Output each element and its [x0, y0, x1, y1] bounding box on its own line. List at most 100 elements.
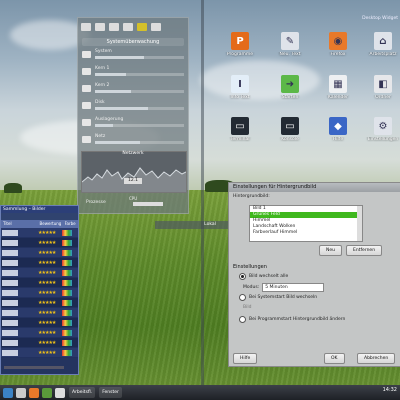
collection-row[interactable]: ★★★★★: [1, 238, 78, 248]
rating-stars[interactable]: ★★★★★: [38, 310, 60, 316]
wallpaper-list-label: Hintergrundbild:: [233, 194, 270, 199]
thumbnail: [2, 339, 18, 346]
collection-window: Sammlung – Bilder Titel Bewertung Farbe …: [0, 205, 79, 375]
desktop-icon[interactable]: ◧ Ordner: [363, 75, 400, 111]
task-button[interactable]: Fenster: [99, 387, 122, 398]
collection-row[interactable]: ★★★★★: [1, 268, 78, 278]
wallpaper-list-item[interactable]: Farbverlauf Himmel: [250, 230, 362, 236]
rating-stars[interactable]: ★★★★★: [38, 240, 60, 246]
taskbar: Arbeitsfl. Fenster 14:32: [0, 385, 400, 400]
interval-select[interactable]: 5 Minuten: [262, 283, 325, 292]
desktop-icon[interactable]: ⚙ Einstellungen: [363, 117, 400, 153]
rating-stars[interactable]: ★★★★★: [38, 330, 60, 336]
desktop-icon[interactable]: ◆ Hilfe: [318, 117, 358, 153]
collection-row[interactable]: ★★★★★: [1, 288, 78, 298]
rating-stars[interactable]: ★★★★★: [38, 280, 60, 286]
star-icon[interactable]: [137, 23, 147, 31]
rating-stars[interactable]: ★★★★★: [38, 260, 60, 266]
zoom-slider[interactable]: [4, 366, 64, 369]
desktop-icon[interactable]: I Info Text: [220, 75, 260, 111]
help-button[interactable]: Hilfe: [233, 353, 258, 364]
network-graph: [81, 151, 187, 193]
collection-row[interactable]: ★★★★★: [1, 278, 78, 288]
resource-icon: [82, 68, 91, 75]
usage-bar: [95, 90, 184, 93]
color-swatch: [62, 319, 72, 326]
thumbnail: [2, 249, 18, 256]
memory-icon[interactable]: [95, 23, 105, 31]
radio-icon[interactable]: [239, 316, 246, 323]
rating-stars[interactable]: ★★★★★: [38, 250, 60, 256]
radio-icon[interactable]: [239, 294, 246, 301]
collection-row[interactable]: ★★★★★: [1, 348, 78, 358]
wallpaper-list-scrollbar[interactable]: [357, 206, 362, 241]
remove-button[interactable]: Entfernen: [346, 245, 383, 256]
resource-label: Kern 1: [95, 66, 110, 71]
radio-icon[interactable]: [239, 273, 246, 280]
desktop-icon[interactable]: ▭ Terminal: [220, 117, 260, 153]
thumbnail: [2, 329, 18, 336]
collection-row[interactable]: ★★★★★: [1, 248, 78, 258]
rating-stars[interactable]: ★★★★★: [38, 320, 60, 326]
desktop-icon[interactable]: ➜ Starten: [270, 75, 310, 111]
collection-row[interactable]: ★★★★★: [1, 338, 78, 348]
desktop-icon[interactable]: ✎ Neu. Text: [270, 32, 310, 68]
rating-stars[interactable]: ★★★★★: [38, 350, 60, 356]
option-startup-change[interactable]: Bei Systemstart Bild wechseln: [239, 294, 317, 301]
usage-bar-fill: [95, 124, 113, 127]
collection-row[interactable]: ★★★★★: [1, 308, 78, 318]
option-auto-change[interactable]: Bild wechselt alle: [239, 273, 288, 280]
gear-icon[interactable]: [109, 23, 119, 31]
monitor-icon[interactable]: [81, 23, 91, 31]
desktop-icon[interactable]: P Programme: [220, 32, 260, 68]
terminal-icon[interactable]: [55, 387, 65, 398]
usage-bar: [95, 56, 184, 59]
rating-stars[interactable]: ★★★★★: [38, 270, 60, 276]
app-icon[interactable]: [42, 387, 52, 398]
resource-label: Kern 2: [95, 83, 110, 88]
thumbnail: [2, 239, 18, 246]
network-icon[interactable]: [123, 23, 133, 31]
dialog-footer: Hilfe OK Abbrechen: [229, 350, 400, 366]
wallpaper-list[interactable]: Bild 1 Grünes Feld Himmel Landschaft Wolken…: [249, 205, 363, 242]
column-header-rating[interactable]: Bewertung: [38, 220, 63, 228]
desktop-icon[interactable]: ⌂ Arbeitsplatz: [363, 32, 400, 68]
files-icon[interactable]: [16, 387, 26, 398]
desktop-icon[interactable]: ▭ Konsole: [270, 117, 310, 153]
task-button[interactable]: Arbeitsfl.: [69, 387, 96, 398]
rating-stars[interactable]: ★★★★★: [38, 340, 60, 346]
collection-row[interactable]: ★★★★★: [1, 318, 78, 328]
desktop-icon[interactable]: ▦ Kalender: [318, 75, 358, 111]
desktop-icon-label: Arbeitsplatz: [369, 52, 397, 57]
desktop-icon[interactable]: ◉ Firefox: [318, 32, 358, 68]
thumbnail: [2, 309, 18, 316]
option-program-change[interactable]: Bei Programmstart Hintergrundbild ändern: [239, 316, 345, 323]
app-icon: ▭: [281, 117, 299, 135]
collection-row[interactable]: ★★★★★: [1, 258, 78, 268]
cancel-button[interactable]: Abbrechen: [357, 353, 396, 364]
collection-toolbar: [1, 213, 78, 220]
column-header-color[interactable]: Farbe: [63, 220, 78, 228]
collection-row[interactable]: ★★★★★: [1, 298, 78, 308]
new-button[interactable]: Neu: [319, 245, 342, 256]
color-swatch: [62, 229, 72, 236]
firefox-icon[interactable]: [29, 387, 39, 398]
color-swatch: [62, 259, 72, 266]
column-header-title[interactable]: Titel: [1, 220, 38, 228]
ok-button[interactable]: OK: [324, 353, 345, 364]
app-icon: ⌂: [374, 32, 392, 50]
window-icon[interactable]: [151, 23, 161, 31]
collection-row[interactable]: ★★★★★: [1, 328, 78, 338]
app-icon: ▭: [231, 117, 249, 135]
rating-stars[interactable]: ★★★★★: [38, 300, 60, 306]
tree: [4, 183, 22, 193]
rating-stars[interactable]: ★★★★★: [38, 230, 60, 236]
network-graph-svg: [81, 167, 187, 192]
rating-stars[interactable]: ★★★★★: [38, 290, 60, 296]
resource-icon: [82, 102, 91, 109]
collection-row[interactable]: ★★★★★: [1, 228, 78, 238]
process-slider[interactable]: [133, 202, 163, 206]
process-section: Prozesse CPU: [81, 195, 185, 211]
usage-bar-fill: [95, 73, 126, 76]
start-menu-icon[interactable]: [3, 387, 13, 398]
